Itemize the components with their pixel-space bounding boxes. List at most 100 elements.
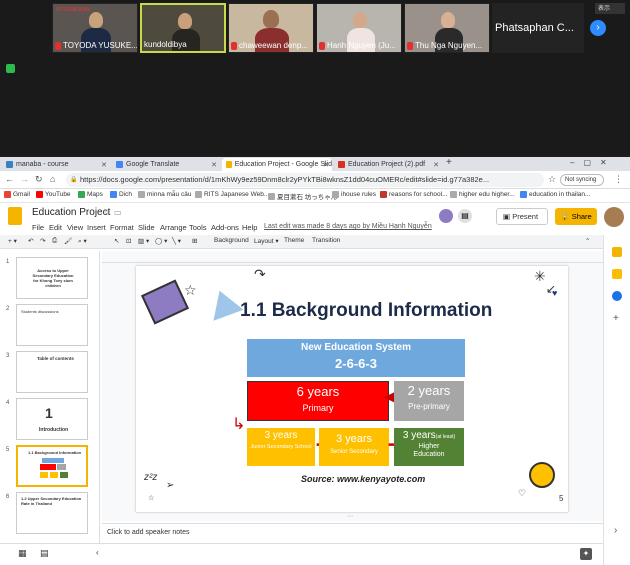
bookmark-gmail[interactable]: Gmail [4, 191, 30, 198]
layout-button[interactable]: Layout ▾ [254, 237, 279, 245]
menu-edit[interactable]: Edit [49, 223, 62, 232]
menu-format[interactable]: Format [110, 223, 134, 232]
text-box-icon[interactable]: ⊡ [126, 237, 131, 245]
menu-help[interactable]: Help [242, 223, 257, 232]
close-tab-icon[interactable]: ✕ [101, 161, 107, 169]
document-title[interactable]: Education Project [32, 207, 110, 218]
participant-tile[interactable]: Hanh Nguyen (Ju... [316, 3, 402, 53]
new-slide-icon[interactable]: + ▾ [8, 237, 17, 245]
close-tab-icon[interactable]: ✕ [433, 161, 439, 169]
calendar-icon[interactable] [612, 247, 622, 257]
shape-icon[interactable]: ◯ ▾ [155, 237, 167, 245]
slide-canvas-area: ☆ ↷ ✳ ↙ ♥ z²z ➢ ☆ ♡ 5 1.1 Background Inf… [102, 251, 603, 521]
participant-tile-active[interactable]: kundoldibya [140, 3, 226, 53]
theme-button[interactable]: Theme [284, 237, 304, 244]
undo-icon[interactable]: ↶ [28, 237, 33, 245]
participant-tile[interactable]: chaweewan denp... [228, 3, 314, 53]
page-icon [138, 191, 145, 198]
zoom-participant-bar: RITSUMEIKAN TOYODA YUSUKE... kundoldibya… [0, 0, 630, 155]
print-icon[interactable]: ⎙ [52, 237, 57, 245]
close-tab-icon[interactable]: ✕ [211, 161, 217, 169]
menu-arrange[interactable]: Arrange [160, 223, 187, 232]
menu-tools[interactable]: Tools [189, 223, 207, 232]
collapse-panel-icon[interactable]: ‹ [96, 548, 99, 557]
slide-thumbnail[interactable]: Students discussions [16, 304, 88, 346]
url-field[interactable]: https://docs.google.com/presentation/d/1… [66, 173, 544, 187]
bookmark-maps[interactable]: Maps [78, 191, 103, 198]
lock-icon[interactable]: 🔒 [70, 176, 77, 183]
redo-icon[interactable]: ↷ [40, 237, 45, 245]
slide-thumbnail[interactable]: Table of contents [16, 351, 88, 393]
present-button[interactable]: ▣ Present [496, 208, 548, 225]
bookmark-natsume[interactable]: 夏目漱石 坊っちゃん [268, 191, 337, 201]
share-button[interactable]: 🔒 Share [555, 208, 597, 225]
menu-file[interactable]: File [32, 223, 44, 232]
slides-logo-icon[interactable] [8, 207, 22, 225]
tab-education-pdf[interactable]: Education Project (2).pdf ✕ [334, 158, 442, 171]
collapse-toolbar-icon[interactable]: ⌃ [585, 237, 590, 245]
reload-icon[interactable]: ↻ [35, 174, 43, 185]
explore-icon[interactable]: ✦ [580, 548, 592, 560]
keep-icon[interactable] [612, 269, 622, 279]
bookmark-education-thailand[interactable]: education in thailan... [520, 191, 590, 198]
home-icon[interactable]: ⌂ [50, 174, 55, 184]
bookmark-youtube[interactable]: YouTube [36, 191, 71, 198]
background-button[interactable]: Background [214, 237, 249, 244]
add-addon-icon[interactable]: + [613, 313, 619, 324]
user-avatar[interactable] [604, 207, 624, 227]
slide-5[interactable]: ☆ ↷ ✳ ↙ ♥ z²z ➢ ☆ ♡ 5 1.1 Background Inf… [136, 266, 568, 512]
next-page-arrow-icon[interactable]: › [590, 20, 606, 36]
slide-thumbnail[interactable]: 1 Introduction [16, 398, 88, 440]
participant-name: Phatsaphan C... [495, 22, 574, 34]
display-menu[interactable]: 表示 [595, 3, 625, 14]
bookmark-ihouse[interactable]: ihouse rules [332, 191, 376, 198]
participant-tile[interactable]: RITSUMEIKAN TOYODA YUSUKE... [52, 3, 138, 53]
comments-icon[interactable]: ▤ [458, 209, 472, 223]
expand-panel-icon[interactable]: › [614, 525, 617, 536]
bookmark-reasons[interactable]: reasons for school... [380, 191, 448, 198]
transition-button[interactable]: Transition [312, 237, 340, 244]
image-icon[interactable]: ▨ ▾ [138, 237, 149, 245]
back-arrow-icon[interactable]: ← [5, 174, 14, 184]
tab-manaba[interactable]: manaba - course ✕ [2, 158, 110, 171]
bookmark-dich[interactable]: Dich [110, 191, 132, 198]
menu-insert[interactable]: Insert [87, 223, 106, 232]
bookmark-minna[interactable]: minna mẫu câu [138, 191, 191, 198]
last-edit-link[interactable]: Last edit was made 8 days ago by Miều Hạ… [264, 223, 432, 230]
participant-tile[interactable]: Phatsaphan C... [492, 3, 584, 53]
paint-format-icon[interactable]: 🖌 [64, 237, 72, 245]
grid-view-icon[interactable]: ▦ [18, 548, 27, 559]
security-shield-icon[interactable] [6, 64, 15, 73]
arrow-doodle-icon: ↷ [254, 266, 266, 282]
ruler [102, 255, 603, 263]
speaker-notes[interactable]: Click to add speaker notes [102, 523, 603, 543]
bookmark-star-icon[interactable]: ☆ [548, 174, 556, 185]
resize-handle-icon[interactable]: ⋯ [347, 513, 353, 520]
slide-thumbnail[interactable]: 1.2 Upper Secondary Education Rate in Th… [16, 492, 88, 534]
bookmark-higher-edu[interactable]: higher edu higher... [450, 191, 515, 198]
window-controls[interactable]: –▢✕ [570, 158, 616, 167]
menu-view[interactable]: View [67, 223, 83, 232]
menu-addons[interactable]: Add-ons [211, 223, 239, 232]
tab-google-translate[interactable]: Google Translate ✕ [112, 158, 220, 171]
slide-thumbnail[interactable]: Access to Upper Secondary Education for … [16, 257, 88, 299]
star-icon[interactable]: ☆ [103, 208, 110, 217]
more-menu-icon[interactable]: ⋮ [614, 174, 623, 185]
line-icon[interactable]: ╲ ▾ [172, 237, 181, 245]
add-comment-icon[interactable]: ⊞ [192, 237, 197, 245]
tab-education-project[interactable]: Education Project - Google Slid ✕ [222, 158, 332, 171]
not-syncing-button[interactable]: Not syncing [560, 174, 604, 186]
menu-slide[interactable]: Slide [138, 223, 155, 232]
select-cursor-icon[interactable]: ↖ [114, 237, 119, 245]
bookmark-rits[interactable]: RITS Japanese Web... [195, 191, 269, 198]
forward-arrow-icon[interactable]: → [20, 174, 29, 184]
participant-tile[interactable]: Thu Nga Nguyen... [404, 3, 490, 53]
move-folder-icon[interactable]: ▭ [114, 208, 122, 217]
slide-thumbnail-selected[interactable]: 1.1 Background Information [16, 445, 88, 487]
close-tab-icon[interactable]: ✕ [323, 161, 329, 169]
collaborator-avatar[interactable] [439, 209, 453, 223]
tasks-icon[interactable] [612, 291, 622, 301]
filmstrip-view-icon[interactable]: ▤ [40, 548, 49, 559]
zoom-icon[interactable]: ⌕ ▾ [78, 237, 87, 246]
new-tab-button[interactable]: + [446, 157, 452, 168]
